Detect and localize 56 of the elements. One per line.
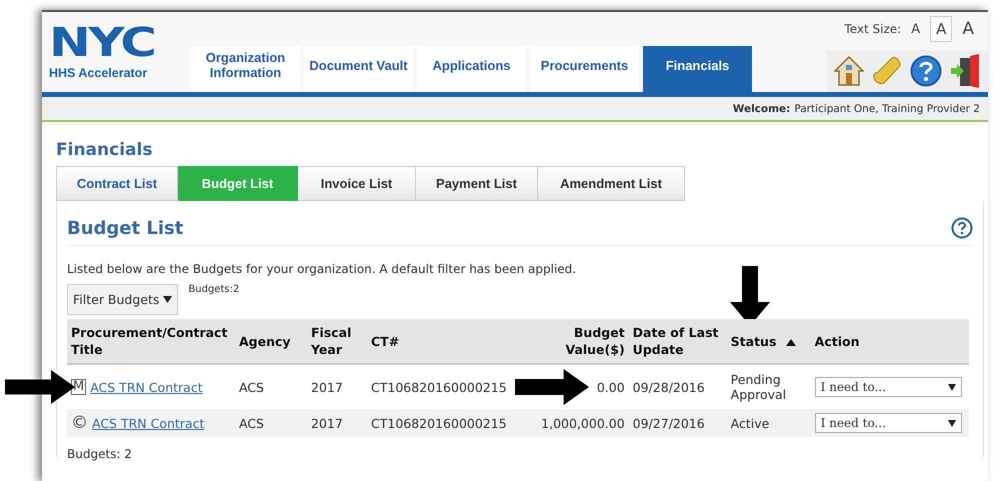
page-title: Financials [56,140,154,160]
text-size-label: Text Size: [844,22,902,36]
table-cell: 0.00 [596,380,625,394]
nav-tab[interactable]: Document Vault [304,46,413,92]
budget-count: Budgets: 2 [67,447,133,461]
annotation-arrow [5,370,75,404]
contract-link[interactable]: ACS TRN Contract [92,416,204,430]
dropdown-arrow-icon [948,384,956,390]
table-cell: 2017 [307,364,367,409]
sub-tab[interactable]: Amendment List [538,166,685,201]
nav-tab[interactable]: Organization Information [191,46,300,92]
table-cell: 09/27/2016 [628,409,727,437]
logo-subtitle: HHS Accelerator [49,66,148,80]
column-header: Fiscal Year [307,319,367,364]
logout-door-icon[interactable] [950,54,980,88]
table-cell: 1,000,000.00 [541,416,625,430]
text-size-option[interactable]: A [930,16,952,42]
table-cell: Active [726,409,811,437]
budget-count: Budgets:2 [188,284,240,295]
type-symbol: © [71,416,88,430]
home-icon[interactable] [834,55,864,87]
help-icon[interactable] [951,217,973,239]
contract-link[interactable]: ACS TRN Contract [90,380,203,394]
filter-button[interactable]: Filter Budgets [67,284,178,315]
table-cell: Pending Approval [726,364,811,409]
table-cell: CT106820160000215 [367,364,511,409]
table-cell: CT106820160000215 [367,409,511,437]
sub-tab[interactable]: Payment List [416,166,538,201]
nav-tab[interactable]: Procurements [530,46,639,92]
action-dropdown[interactable]: I need to... [814,377,962,397]
nav-tab[interactable]: Applications [417,46,526,92]
action-dropdown[interactable]: I need to... [814,413,962,433]
caret-icon [163,296,172,303]
column-header: Budget Value($) [510,319,629,364]
column-header: Date of Last Update [628,319,727,364]
welcome-label: Welcome: [732,102,790,114]
intro-text: Listed below are the Budgets for your organization. A default filter has been applied. [67,262,578,276]
table-cell: 09/28/2016 [628,364,727,409]
column-header: Procurement/Contract Title [67,319,235,364]
table-cell: ACS [235,364,307,409]
section-title: Budget List [67,218,184,238]
text-size-option[interactable]: A [956,16,980,42]
sub-tab[interactable]: Invoice List [298,166,416,201]
column-header: Action [810,319,969,364]
sub-tab[interactable]: Contract List [56,166,178,201]
column-header: CT# [367,319,511,364]
sort-ascending-icon [786,338,796,346]
table-cell: ACS [235,409,307,437]
help-icon[interactable] [910,55,942,87]
dropdown-arrow-icon [948,420,956,426]
table-cell: 2017 [307,409,367,437]
column-header: Agency [235,319,307,364]
column-header[interactable]: Status [726,319,811,364]
user-name: Participant One, Training Provider 2 [794,102,980,114]
nav-tab[interactable]: Financials [643,46,752,92]
text-size-option[interactable]: A [905,16,926,42]
